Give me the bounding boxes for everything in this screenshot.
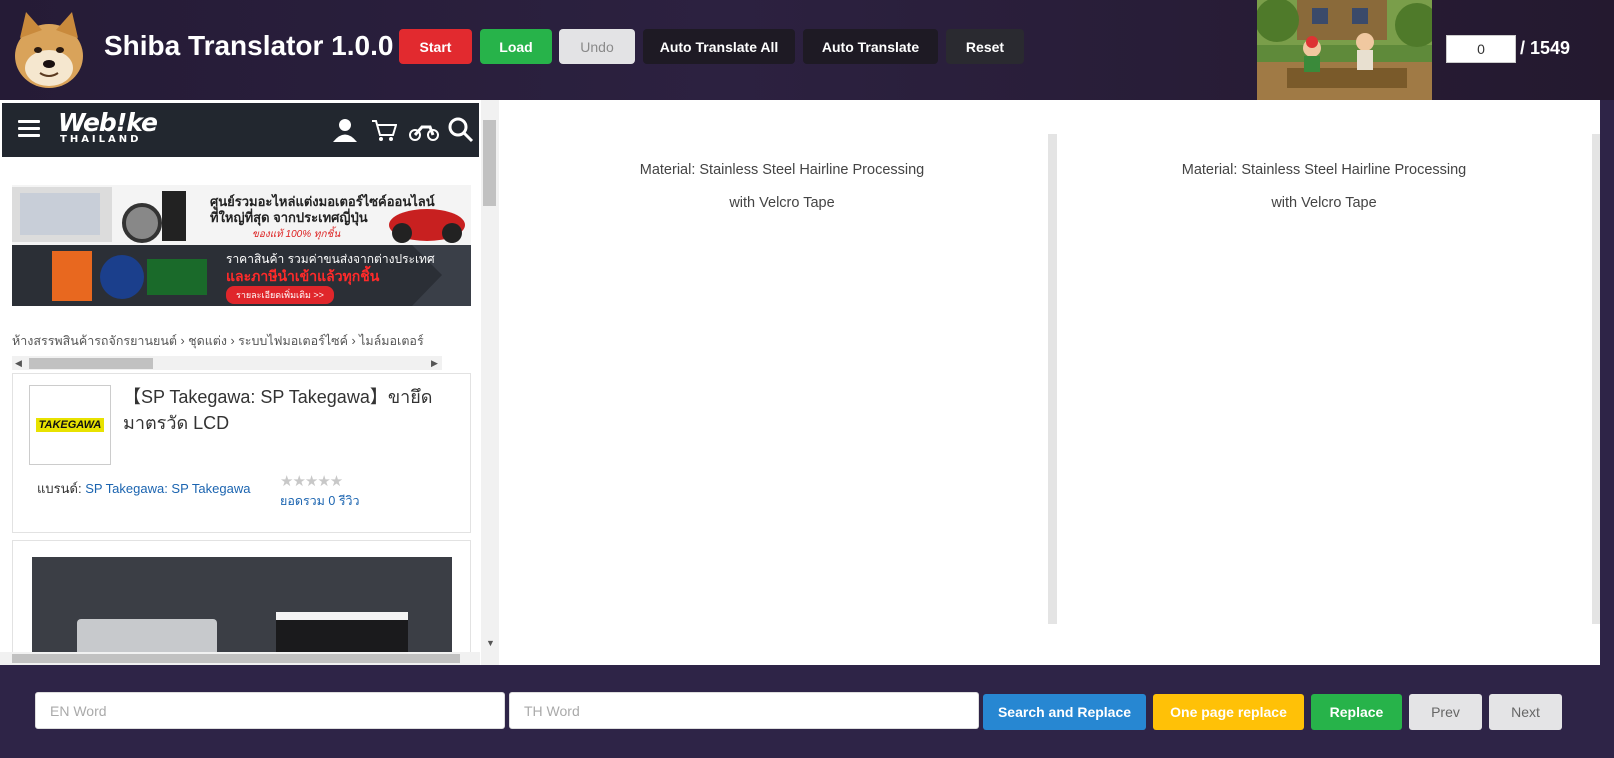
preview-vertical-scroll-thumb[interactable] xyxy=(483,120,496,206)
top-bar: Shiba Translator 1.0.0 Start Load Undo A… xyxy=(0,0,1614,100)
english-text-panel[interactable]: Material: Stainless Steel Hairline Proce… xyxy=(522,154,1042,220)
scroll-down-arrow-icon[interactable]: ▼ xyxy=(486,638,495,648)
english-line-1: Material: Stainless Steel Hairline Proce… xyxy=(639,162,925,178)
load-button[interactable]: Load xyxy=(480,29,552,64)
breadcrumb-scroll-thumb[interactable] xyxy=(29,358,153,369)
breadcrumb[interactable]: ห้างสรรพสินค้ารถจักรยานยนต์ › ชุดแต่ง › … xyxy=(12,331,424,351)
promo-banner[interactable]: ศูนย์รวมอะไหล่แต่งมอเตอร์ไซค์ออนไลน์ ที่… xyxy=(12,185,471,306)
undo-button[interactable]: Undo xyxy=(559,29,635,64)
product-photo[interactable] xyxy=(32,557,452,665)
site-logo-subtitle: THAILAND xyxy=(60,134,142,145)
brand-link[interactable]: SP Takegawa: SP Takegawa xyxy=(85,481,250,496)
start-button[interactable]: Start xyxy=(399,29,472,64)
prev-button[interactable]: Prev xyxy=(1409,694,1482,730)
preview-horizontal-scroll-thumb[interactable] xyxy=(12,654,460,663)
english-line-2: with Velcro Tape xyxy=(729,195,835,211)
rating-stars-icon: ★★★★★ xyxy=(280,473,343,490)
reset-button[interactable]: Reset xyxy=(946,29,1024,64)
banner-more-button[interactable]: รายละเอียดเพิ่มเติม >> xyxy=(226,286,334,304)
product-info-card: TAKEGAWA 【SP Takegawa: SP Takegawa】ขายึด… xyxy=(12,373,471,533)
thai-line-1: Material: Stainless Steel Hairline Proce… xyxy=(1181,162,1467,178)
banner-tax-note: และภาษีนำเข้าแล้วทุกชิ้น xyxy=(226,268,380,284)
th-word-input[interactable] xyxy=(509,692,979,729)
brand-logo-text: TAKEGAWA xyxy=(35,418,105,432)
scroll-left-arrow-icon[interactable]: ◀ xyxy=(15,358,22,369)
panel-right-border xyxy=(1592,134,1600,624)
search-and-replace-button[interactable]: Search and Replace xyxy=(983,694,1146,730)
brand-line: แบรนด์: SP Takegawa: SP Takegawa xyxy=(37,478,250,499)
scroll-right-arrow-icon[interactable]: ▶ xyxy=(431,358,438,369)
auto-translate-button[interactable]: Auto Translate xyxy=(803,29,938,64)
brand-logo-thumbnail[interactable]: TAKEGAWA xyxy=(29,385,111,465)
thai-line-2: with Velcro Tape xyxy=(1271,195,1377,211)
app-title: Shiba Translator 1.0.0 xyxy=(104,30,394,61)
shiba-logo-icon xyxy=(10,10,88,90)
motorcycle-icon[interactable] xyxy=(408,120,440,147)
thai-text-panel[interactable]: Material: Stainless Steel Hairline Proce… xyxy=(1064,154,1584,220)
translation-area: Material: Stainless Steel Hairline Proce… xyxy=(500,100,1600,665)
replace-button[interactable]: Replace xyxy=(1311,694,1402,730)
panel-divider xyxy=(1048,134,1057,624)
review-count-link[interactable]: ยอดรวม 0 รีวิว xyxy=(280,491,360,511)
one-page-replace-button[interactable]: One page replace xyxy=(1153,694,1304,730)
page-number-input[interactable] xyxy=(1446,35,1516,63)
search-icon[interactable] xyxy=(448,117,474,148)
site-logo[interactable]: Web!ke xyxy=(58,110,158,136)
website-preview-panel[interactable]: Web!ke THAILAND ▼ ศูนย์รวมอะไหล่แต่งมอเต… xyxy=(0,100,501,665)
product-image-card xyxy=(12,540,471,665)
brand-label: แบรนด์: xyxy=(37,481,82,496)
en-word-input[interactable] xyxy=(35,692,505,729)
product-title: 【SP Takegawa: SP Takegawa】ขายึดมาตรวัด L… xyxy=(123,387,433,433)
hamburger-menu-icon[interactable] xyxy=(18,120,40,138)
cartoon-image xyxy=(1257,0,1432,100)
banner-headline-2: ที่ใหญ่ที่สุด จากประเทศญี่ปุ่น xyxy=(210,210,368,225)
next-button[interactable]: Next xyxy=(1489,694,1562,730)
site-header: Web!ke THAILAND xyxy=(2,103,479,157)
page-total: / 1549 xyxy=(1520,38,1571,58)
auto-translate-all-button[interactable]: Auto Translate All xyxy=(643,29,795,64)
right-edge-strip xyxy=(1600,100,1614,665)
banner-tagline: ของแท้ 100% ทุกชิ้น xyxy=(252,229,341,240)
user-icon[interactable] xyxy=(332,117,358,148)
cart-icon[interactable] xyxy=(371,117,398,148)
